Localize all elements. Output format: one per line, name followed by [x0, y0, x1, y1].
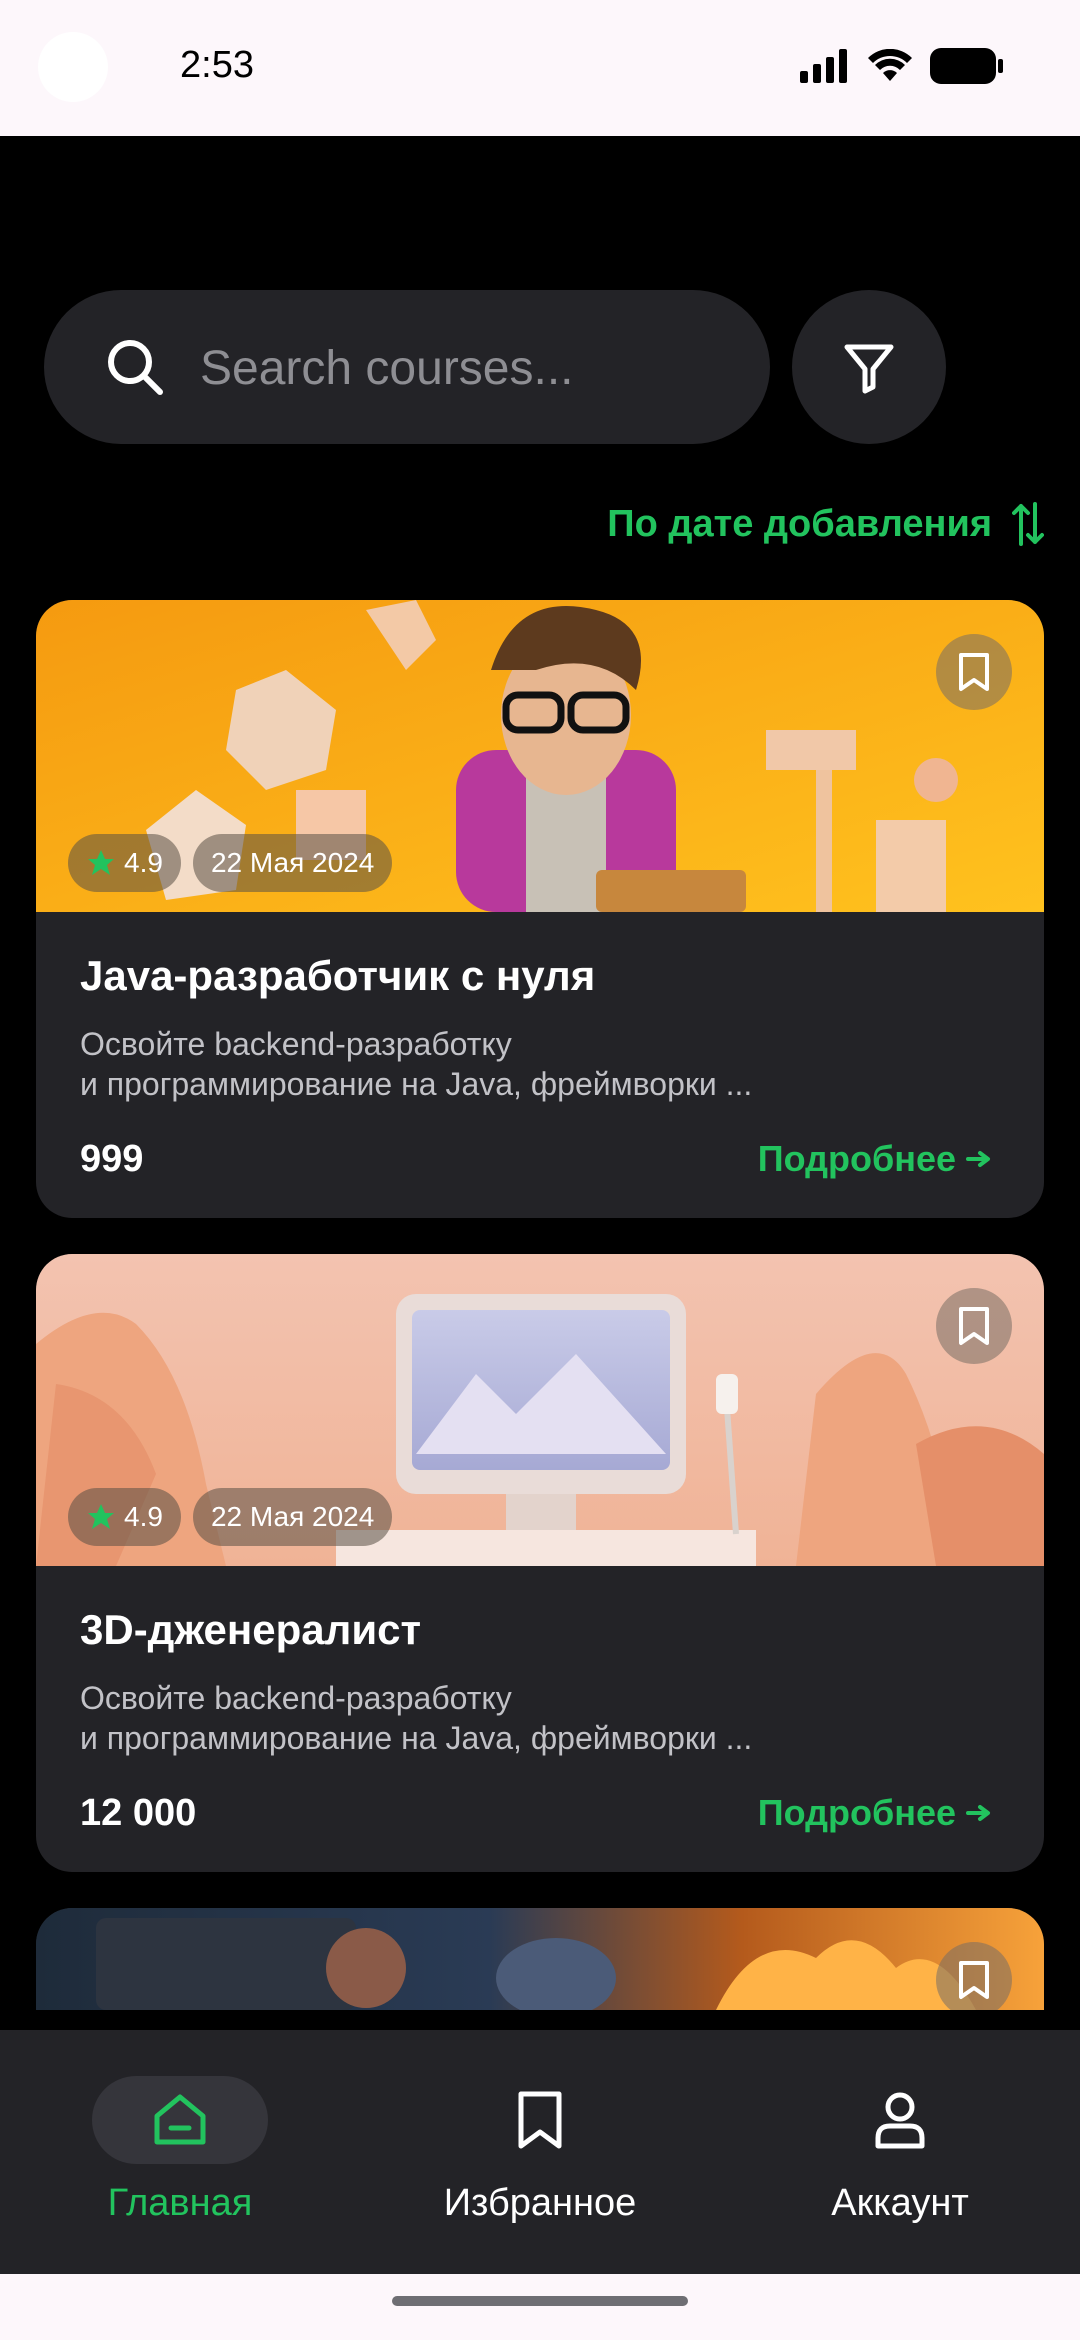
nav-pill	[452, 2076, 628, 2164]
course-card[interactable]: 4.9 22 Мая 2024 Java-разработчик с нуля …	[36, 600, 1044, 1218]
course-card[interactable]: 4.9 22 Мая 2024 3D-дженералист Освойте b…	[36, 1254, 1044, 1872]
date-badge: 22 Мая 2024	[192, 1488, 393, 1546]
bookmark-icon	[959, 653, 989, 691]
nav-pill	[92, 2076, 268, 2164]
course-card[interactable]	[36, 1908, 1044, 2010]
user-icon	[875, 2092, 925, 2149]
wifi-icon	[868, 49, 912, 81]
sort-arrows-icon	[1012, 502, 1044, 546]
bookmark-button[interactable]	[936, 634, 1012, 710]
bookmark-button[interactable]	[936, 1942, 1012, 2010]
bookmark-icon	[959, 1307, 989, 1345]
course-title: 3D-дженералист	[80, 1606, 422, 1653]
details-link[interactable]: Подробнее	[758, 1792, 992, 1834]
filter-icon	[844, 344, 894, 394]
battery-icon	[930, 48, 1003, 84]
nav-pill	[812, 2076, 988, 2164]
details-label: Подробнее	[757, 1792, 956, 1833]
star-icon	[88, 1504, 114, 1529]
bookmark-icon	[959, 1961, 989, 1999]
home-indicator[interactable]	[392, 2296, 688, 2306]
course-price: 12 000	[80, 1792, 197, 1834]
description-line: Освойте backend-разработку	[80, 1680, 512, 1716]
status-bar: 2:53	[0, 0, 1080, 136]
date-value: 22 Мая 2024	[210, 1501, 375, 1532]
camera-dot	[38, 32, 108, 102]
nav-label: Главная	[107, 2182, 253, 2224]
bottom-navigation: Главная Избранное Аккаунт	[0, 2030, 1080, 2274]
course-image: 4.9 22 Мая 2024	[36, 1254, 1044, 1566]
details-label: Подробнее	[757, 1138, 956, 1179]
status-icons	[800, 48, 1004, 84]
search-icon	[108, 340, 163, 395]
arrow-right-icon	[966, 1151, 990, 1167]
bookmark-icon	[518, 2091, 562, 2149]
home-indicator-area	[0, 2274, 1080, 2340]
course-illustration	[36, 1908, 1044, 2010]
sort-label: По дате добавления	[607, 502, 992, 545]
course-badges: 4.9 22 Мая 2024	[68, 834, 393, 892]
rating-badge: 4.9	[68, 1488, 181, 1546]
search-input[interactable]	[198, 330, 722, 406]
star-icon	[88, 850, 114, 875]
nav-item-favorites[interactable]: Избранное	[410, 2076, 670, 2225]
rating-badge: 4.9	[68, 834, 181, 892]
date-value: 22 Мая 2024	[210, 847, 375, 878]
search-bar[interactable]	[44, 290, 770, 444]
course-body: 3D-дженералист Освойте backend-разработк…	[36, 1566, 1044, 1872]
course-body: Java-разработчик с нуля Освойте backend-…	[36, 912, 1044, 1218]
course-description: Освойте backend-разработку и программиро…	[80, 1678, 980, 1758]
filter-button[interactable]	[792, 290, 946, 444]
date-badge: 22 Мая 2024	[192, 834, 393, 892]
course-badges: 4.9 22 Мая 2024	[68, 1488, 393, 1546]
course-image: 4.9 22 Мая 2024	[36, 600, 1044, 912]
rating-value: 4.9	[124, 1501, 163, 1532]
rating-value: 4.9	[124, 847, 163, 878]
description-line: и программирование на Java, фреймворки .…	[80, 1066, 753, 1102]
nav-item-account[interactable]: Аккаунт	[770, 2076, 1030, 2225]
bookmark-button[interactable]	[936, 1288, 1012, 1364]
arrow-right-icon	[966, 1805, 990, 1821]
nav-item-home[interactable]: Главная	[50, 2076, 310, 2225]
details-link[interactable]: Подробнее	[758, 1138, 992, 1180]
description-line: и программирование на Java, фреймворки .…	[80, 1720, 753, 1756]
home-icon	[154, 2094, 206, 2145]
course-title: Java-разработчик с нуля	[80, 952, 596, 999]
sort-toggle[interactable]: По дате добавления	[607, 502, 1044, 546]
nav-label: Аккаунт	[831, 2182, 969, 2224]
signal-icon	[800, 49, 847, 83]
nav-label: Избранное	[443, 2182, 637, 2224]
course-price: 999	[80, 1138, 144, 1180]
description-line: Освойте backend-разработку	[80, 1026, 512, 1062]
course-description: Освойте backend-разработку и программиро…	[80, 1024, 980, 1104]
status-time: 2:53	[180, 44, 254, 86]
course-image	[36, 1908, 1044, 2010]
